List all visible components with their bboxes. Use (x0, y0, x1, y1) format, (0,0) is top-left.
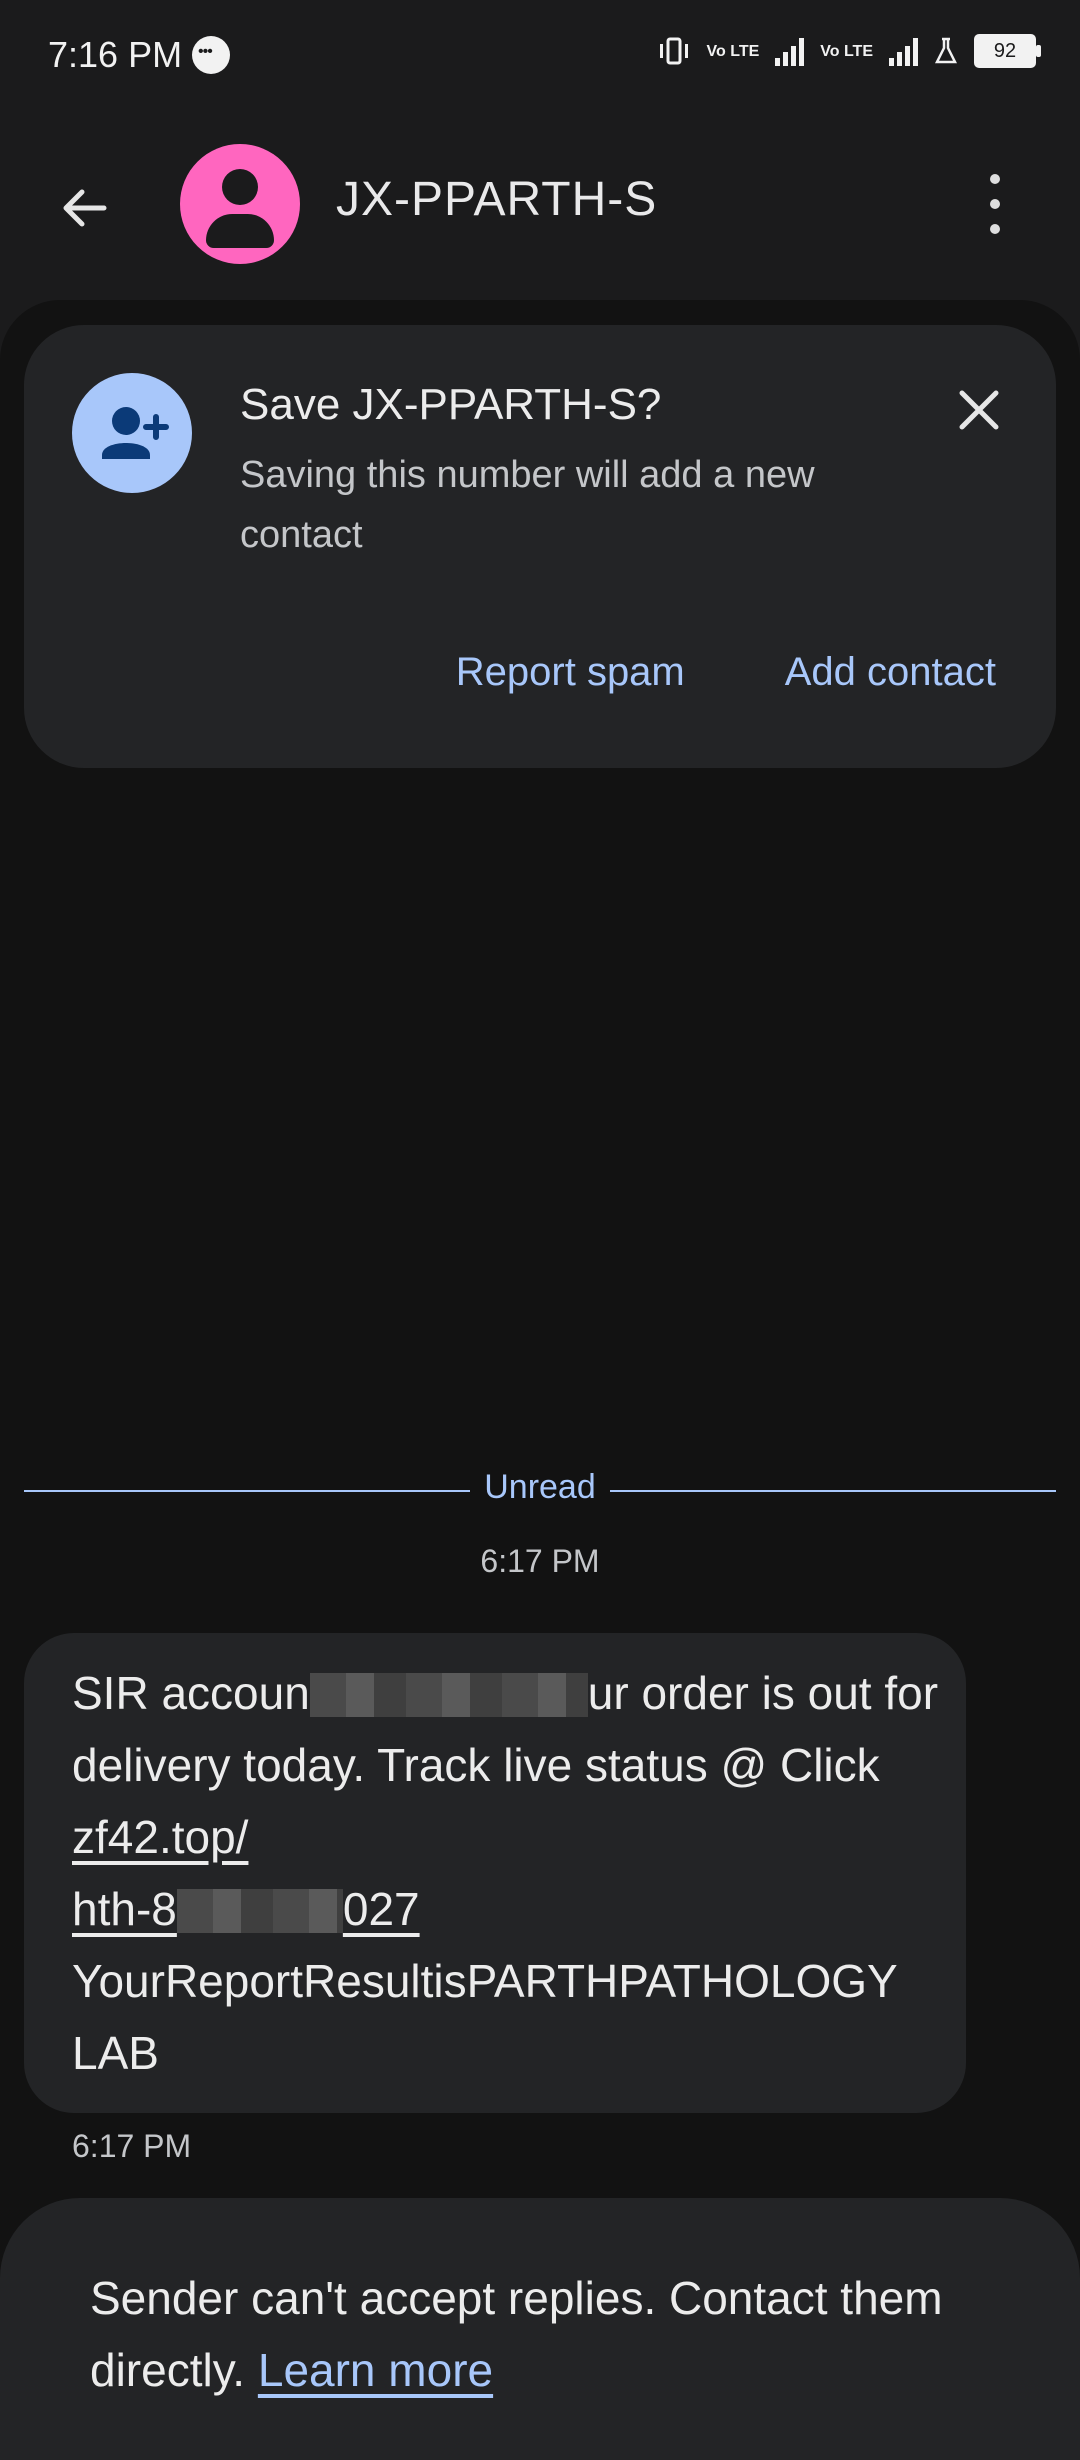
vibrate-icon (659, 37, 688, 65)
signal-icon-2 (889, 36, 918, 66)
report-spam-button[interactable]: Report spam (456, 650, 685, 695)
battery-level: 92 (993, 39, 1017, 62)
reply-disabled-footer: Sender can't accept replies. Contact the… (0, 2198, 1080, 2460)
app-bar: JX-PPARTH-S (0, 130, 1080, 280)
footer-message: Sender can't accept replies. Contact the… (90, 2272, 943, 2396)
status-bar: 7:16 PM Vo LTE Vo LTE 92 (0, 0, 1080, 110)
status-icons: Vo LTE Vo LTE 92 (657, 34, 1041, 68)
unread-label: Unread (484, 1468, 596, 1506)
person-head-icon (222, 169, 258, 205)
signal-icon (775, 36, 805, 66)
person-body-icon (206, 214, 274, 248)
learn-more-link[interactable]: Learn more (258, 2344, 493, 2396)
message-timestamp-header: 6:17 PM (480, 1543, 600, 1579)
message-notification-icon (192, 36, 230, 74)
back-arrow-icon[interactable] (54, 178, 114, 238)
save-card-title: Save JX-PPARTH-S? (240, 380, 662, 429)
battery-icon: 92 (974, 34, 1041, 68)
footer-text: Sender can't accept replies. Contact the… (90, 2262, 990, 2406)
save-card-subtitle: Saving this number will add a new contac… (240, 454, 815, 556)
redacted-link-block (176, 1889, 343, 1933)
message-link[interactable]: zf42.top/hth-8 027 (72, 1811, 420, 1935)
add-person-icon (72, 373, 192, 493)
message-part-3: YourReportResultisPARTHPATHOLOGY LAB (72, 1955, 897, 2079)
more-options-icon[interactable] (980, 174, 1010, 234)
save-contact-card: Save JX-PPARTH-S? Saving this number wil… (24, 325, 1056, 768)
volte-icon-2: Vo LTE (820, 42, 873, 60)
contact-avatar[interactable] (180, 144, 300, 264)
save-card-actions: Report spam Add contact (456, 650, 996, 695)
message-text: SIR accoun ur order is out for delivery t… (72, 1657, 952, 2089)
divider-line-right (610, 1490, 1056, 1492)
message-bubble[interactable]: SIR accoun ur order is out for delivery t… (24, 1633, 966, 2113)
unread-divider: Unread (24, 1465, 1056, 1515)
message-timestamp: 6:17 PM (72, 2128, 192, 2164)
add-contact-button[interactable]: Add contact (785, 650, 996, 695)
conversation-title[interactable]: JX-PPARTH-S (336, 172, 657, 227)
status-time: 7:16 PM (48, 34, 183, 75)
message-part-1: SIR accoun (72, 1667, 310, 1719)
flask-icon (934, 37, 958, 64)
close-icon[interactable] (954, 385, 1004, 435)
redacted-block (309, 1673, 588, 1717)
volte-icon: Vo LTE (706, 42, 760, 60)
